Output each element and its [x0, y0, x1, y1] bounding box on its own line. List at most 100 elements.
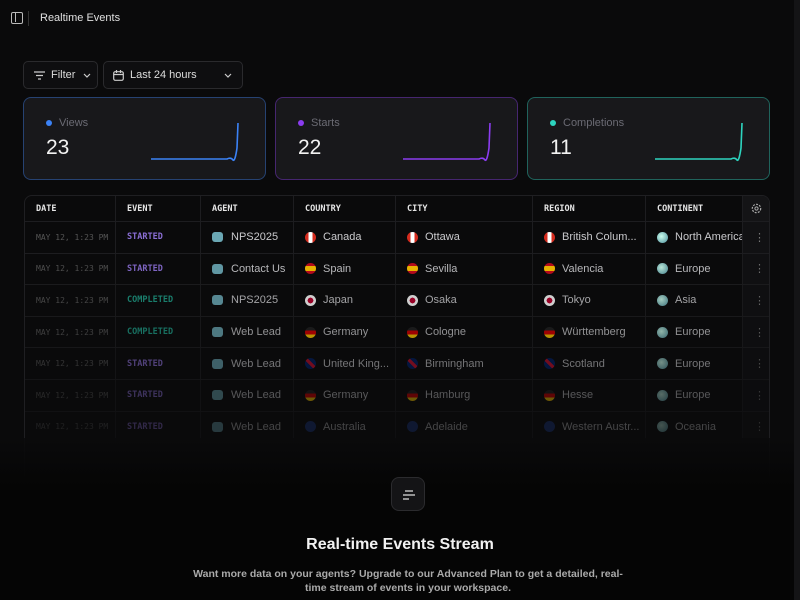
row-menu-button[interactable]: ⋮: [743, 380, 769, 411]
continent: Oceania: [675, 420, 716, 433]
sidebar-toggle-icon[interactable]: [11, 12, 23, 24]
chevron-down-icon: [224, 73, 232, 78]
event-date: MAY 12, 1:23 PM: [36, 232, 109, 242]
date-range-label: Last 24 hours: [130, 69, 197, 81]
city: Hamburg: [425, 389, 471, 402]
table-header: DATE EVENT AGENT COUNTRY CITY REGION CONTINENT: [25, 196, 769, 222]
filter-icon: [34, 70, 45, 80]
cell: MAY 12, 1:23 PM: [25, 316, 116, 348]
page-title: Realtime Events: [40, 12, 121, 24]
row-menu-button[interactable]: ⋮: [743, 253, 769, 285]
region: Western Austr...: [562, 420, 640, 433]
stat-card-completions: Completions 11: [527, 97, 770, 180]
column-header-region[interactable]: REGION: [533, 196, 646, 221]
cell: MAY 12, 1:23 PM: [25, 380, 116, 411]
cell: Hamburg: [396, 380, 533, 411]
region: Scotland: [562, 357, 605, 370]
chevron-down-icon: [84, 73, 91, 78]
country: Japan: [323, 294, 353, 307]
cell: Scotland: [533, 348, 646, 379]
column-settings-button[interactable]: [743, 196, 769, 221]
country: United King...: [323, 357, 390, 370]
event-type: STARTED: [127, 232, 163, 243]
cell: Ottawa: [396, 222, 533, 253]
stat-card-views: Views 23: [23, 97, 266, 180]
cell: Europe: [646, 380, 743, 411]
cell: COMPLETED: [116, 316, 201, 348]
cell: Europe: [646, 316, 743, 348]
flag-icon: [305, 263, 316, 275]
stat-label-text: Completions: [563, 117, 625, 129]
cell: Osaka: [396, 285, 533, 316]
more-vertical-icon: ⋮: [754, 263, 765, 276]
cell: Canada: [294, 222, 396, 253]
country: Canada: [323, 231, 362, 244]
cell: MAY 12, 1:23 PM: [25, 222, 116, 253]
stat-value: 11: [550, 136, 572, 159]
legend-dot: [298, 120, 304, 126]
country: Germany: [323, 326, 369, 339]
flag-icon: [407, 421, 418, 433]
column-header-country[interactable]: COUNTRY: [294, 196, 396, 221]
sparkline: [151, 122, 239, 162]
event-date: MAY 12, 1:23 PM: [36, 295, 109, 305]
column-header-city[interactable]: CITY: [396, 196, 533, 221]
column-header-agent[interactable]: AGENT: [201, 196, 294, 221]
date-range-select[interactable]: Last 24 hours: [103, 61, 243, 89]
table-row[interactable]: MAY 12, 1:23 PM STARTED NPS2025 Canada Ottaw…: [25, 222, 769, 254]
flag-icon: [407, 294, 418, 306]
flag-icon: [305, 421, 316, 433]
event-date: MAY 12, 1:23 PM: [36, 390, 109, 400]
flag-icon: [407, 263, 418, 275]
cell: Web Lead: [201, 380, 294, 411]
legend-dot: [550, 120, 556, 126]
flag-icon: [544, 231, 555, 243]
column-header-event[interactable]: EVENT: [116, 196, 201, 221]
table-row[interactable]: MAY 12, 1:23 PM STARTED Contact Us Spain Sev…: [25, 253, 769, 286]
region: Hesse: [562, 389, 594, 402]
gear-icon: [751, 203, 762, 214]
table-row[interactable]: MAY 12, 1:23 PM COMPLETED Web Lead Germany C…: [25, 316, 769, 349]
upsell-title: Real-time Events Stream: [306, 536, 494, 553]
cell: Asia: [646, 285, 743, 316]
cell: Europe: [646, 253, 743, 285]
stat-label: Completions: [550, 117, 624, 129]
continent: Europe: [675, 262, 711, 275]
flag-icon: [305, 231, 316, 243]
cell: Web Lead: [201, 316, 294, 348]
cell: United King...: [294, 348, 396, 379]
cell: MAY 12, 1:23 PM: [25, 253, 116, 285]
globe-icon: [657, 294, 668, 306]
globe-icon: [657, 263, 668, 275]
cell: North America: [646, 222, 743, 253]
cell: Valencia: [533, 253, 646, 285]
row-menu-button[interactable]: ⋮: [743, 348, 769, 379]
robot-icon: [212, 390, 223, 401]
region: British Colum...: [562, 231, 637, 244]
row-menu-button[interactable]: ⋮: [743, 222, 769, 253]
column-header-continent[interactable]: CONTINENT: [646, 196, 743, 221]
cell: Germany: [294, 316, 396, 348]
table-row[interactable]: MAY 12, 1:23 PM STARTED Web Lead Germany Ham…: [25, 380, 769, 412]
scrollbar[interactable]: [794, 0, 800, 600]
flag-icon: [407, 358, 418, 370]
event-type: COMPLETED: [127, 327, 174, 338]
filter-button[interactable]: Filter: [23, 61, 98, 89]
agent-name: Contact Us: [231, 262, 286, 275]
robot-icon: [212, 295, 223, 306]
cell: STARTED: [116, 222, 201, 253]
cell: Contact Us: [201, 253, 294, 285]
row-menu-button[interactable]: ⋮: [743, 285, 769, 316]
cell: STARTED: [116, 253, 201, 285]
table-row[interactable]: MAY 12, 1:23 PM STARTED Web Lead United Kin…: [25, 348, 769, 380]
event-date: MAY 12, 1:23 PM: [36, 422, 109, 432]
flag-icon: [544, 389, 555, 401]
column-header-date[interactable]: DATE: [25, 196, 116, 221]
agent-name: NPS2025: [231, 294, 279, 307]
table-row[interactable]: MAY 12, 1:23 PM COMPLETED NPS2025 Japan Osak…: [25, 285, 769, 317]
row-menu-button[interactable]: ⋮: [743, 316, 769, 348]
cell: COMPLETED: [116, 285, 201, 316]
cell: STARTED: [116, 348, 201, 379]
flag-icon: [305, 326, 316, 338]
stat-label-text: Views: [59, 117, 89, 129]
